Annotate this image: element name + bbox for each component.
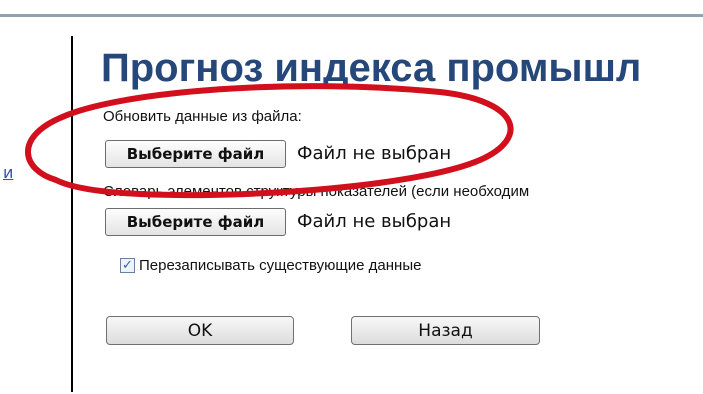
choose-dictionary-file-button[interactable]: Выберите файл (105, 208, 286, 236)
file-status-text: Файл не выбран (297, 143, 452, 164)
checkmark-icon: ✓ (122, 258, 133, 273)
vertical-divider (71, 36, 73, 392)
back-button[interactable]: Назад (351, 316, 540, 345)
overwrite-checkbox[interactable]: ✓ (120, 258, 135, 273)
dictionary-upload-label: Словарь элементов структуры показателей … (103, 183, 530, 200)
page-title: Прогноз индекса промышл (101, 46, 642, 90)
ok-button[interactable]: OK (106, 316, 294, 345)
choose-file-button[interactable]: Выберите файл (105, 140, 286, 168)
dictionary-file-status-text: Файл не выбран (297, 211, 452, 232)
overwrite-checkbox-label: Перезаписывать существующие данные (139, 257, 422, 274)
sidebar-link[interactable]: и (3, 163, 13, 182)
file-upload-label: Обновить данные из файла: (103, 108, 302, 125)
top-divider (0, 14, 703, 17)
